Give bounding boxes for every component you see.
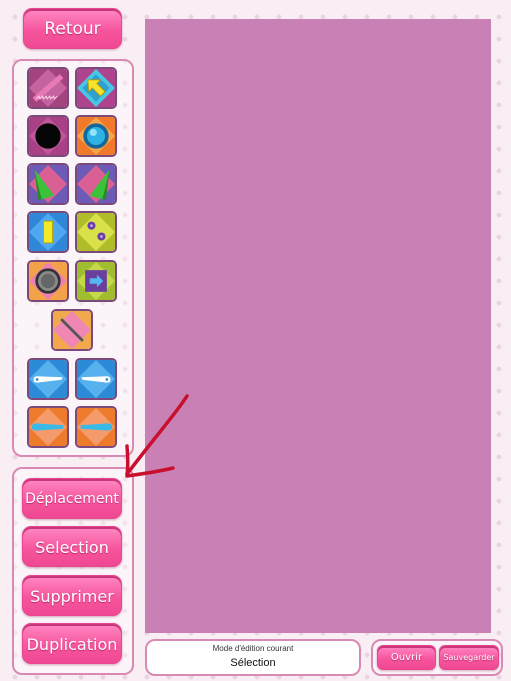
green-ramp-right-icon[interactable] (75, 163, 117, 205)
grey-ring-icon[interactable] (27, 260, 69, 302)
cyan-paddle-right-icon[interactable] (75, 406, 117, 448)
delete-mode-button[interactable]: Supprimer (22, 575, 122, 616)
move-mode-button[interactable]: Déplacement (22, 478, 122, 519)
save-button[interactable]: Sauvegarder (439, 645, 499, 670)
edit-mode-status: Mode d'édition courant Sélection (145, 639, 361, 676)
purple-box-arrow-icon[interactable] (75, 260, 117, 302)
pink-spring-icon[interactable] (27, 67, 69, 109)
blue-flipper-right-icon[interactable] (75, 358, 117, 400)
purple-dots-icon[interactable] (75, 211, 117, 253)
duplicate-mode-button[interactable]: Duplication (22, 623, 122, 664)
yellow-arrow-icon[interactable] (75, 67, 117, 109)
annotation-arrow (125, 394, 189, 478)
yellow-block-icon[interactable] (27, 211, 69, 253)
blue-ball-icon[interactable] (75, 115, 117, 157)
black-ball-icon[interactable] (27, 115, 69, 157)
open-button[interactable]: Ouvrir (377, 645, 436, 670)
green-ramp-left-icon[interactable] (27, 163, 69, 205)
cyan-paddle-left-icon[interactable] (27, 406, 69, 448)
back-button[interactable]: Retour (23, 8, 122, 49)
edit-mode-value: Sélection (230, 657, 276, 669)
edit-mode-label: Mode d'édition courant (212, 644, 294, 653)
blue-flipper-left-icon[interactable] (27, 358, 69, 400)
annotation-arrow-head (125, 444, 175, 478)
annotation-arrow-shaft (125, 394, 189, 476)
level-canvas[interactable] (145, 19, 491, 633)
selection-mode-button[interactable]: Selection (22, 526, 122, 567)
diagonal-bar-icon[interactable] (51, 309, 93, 351)
